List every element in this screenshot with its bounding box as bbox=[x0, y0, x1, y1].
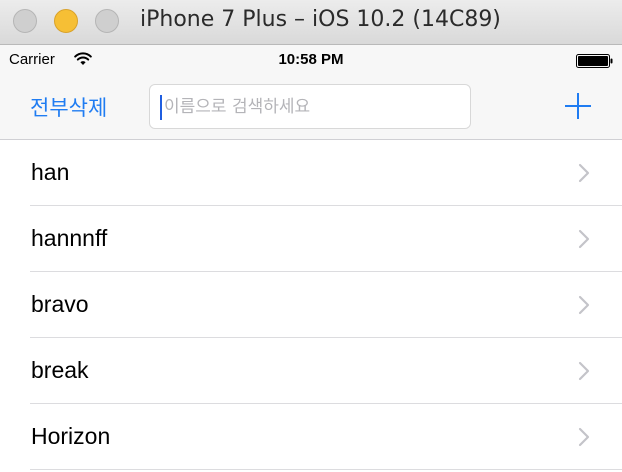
chevron-right-icon bbox=[578, 361, 590, 386]
text-cursor bbox=[160, 95, 162, 120]
chevron-right-icon bbox=[578, 427, 590, 452]
search-field-container[interactable] bbox=[149, 84, 471, 129]
window-minimize-button[interactable] bbox=[54, 9, 78, 33]
chevron-right-icon bbox=[578, 163, 590, 188]
ios-status-bar: Carrier 10:58 PM bbox=[0, 45, 622, 75]
row-label: Horizon bbox=[31, 423, 111, 449]
window-zoom-button[interactable] bbox=[95, 9, 119, 33]
status-time: 10:58 PM bbox=[278, 51, 344, 68]
table-row[interactable]: Horizon bbox=[0, 404, 622, 470]
window-title: iPhone 7 Plus – iOS 10.2 (14C89) bbox=[140, 7, 501, 32]
battery-icon bbox=[576, 54, 614, 73]
table-row[interactable]: bravo bbox=[0, 272, 622, 338]
table-row[interactable]: hannnff bbox=[0, 206, 622, 272]
chevron-right-icon bbox=[578, 295, 590, 320]
delete-all-button[interactable]: 전부삭제 bbox=[30, 92, 107, 122]
row-label: bravo bbox=[31, 291, 89, 317]
table-row[interactable]: break bbox=[0, 338, 622, 404]
simulator-title-bar: iPhone 7 Plus – iOS 10.2 (14C89) bbox=[0, 0, 622, 45]
row-label: hannnff bbox=[31, 225, 108, 251]
table-row[interactable]: han bbox=[0, 140, 622, 206]
row-label: break bbox=[31, 357, 89, 383]
row-separator bbox=[30, 469, 622, 470]
search-input[interactable] bbox=[164, 85, 464, 128]
navigation-bar: 전부삭제 bbox=[0, 75, 622, 140]
add-button[interactable] bbox=[562, 90, 594, 122]
row-label: han bbox=[31, 159, 70, 185]
window-close-button[interactable] bbox=[13, 9, 37, 33]
chevron-right-icon bbox=[578, 229, 590, 254]
name-list-table: han hannnff bravo break Horizon bbox=[0, 140, 622, 470]
